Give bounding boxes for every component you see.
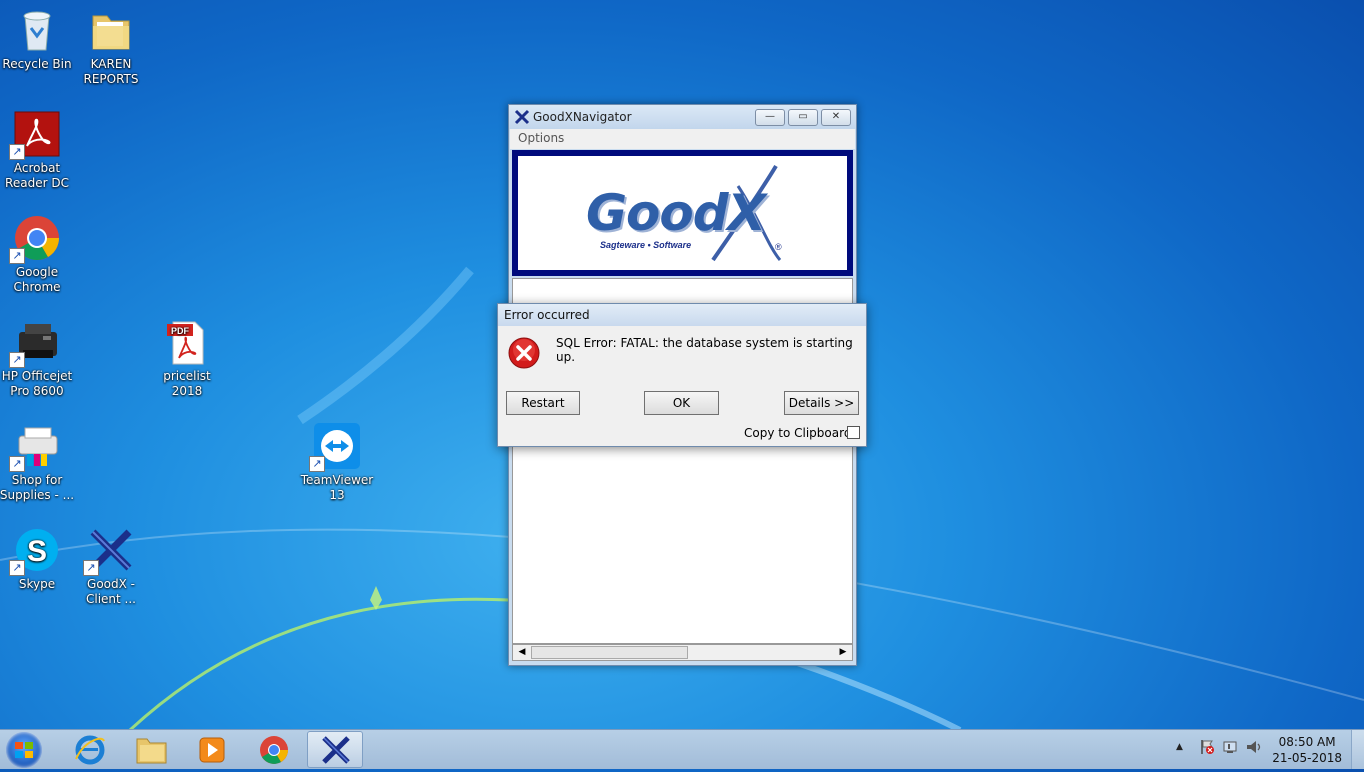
desktop-icon-acrobat-reader[interactable]: ↗ Acrobat Reader DC xyxy=(0,104,75,191)
clock-time: 08:50 AM xyxy=(1278,735,1336,749)
error-message: SQL Error: FATAL: the database system is… xyxy=(556,336,853,364)
skype-icon: S ↗ xyxy=(9,526,61,576)
chrome-icon[interactable] xyxy=(246,731,302,768)
window-titlebar[interactable]: GoodXNavigator — ▭ ✕ xyxy=(509,105,856,129)
window-title: GoodXNavigator xyxy=(533,110,632,124)
svg-text:S: S xyxy=(27,535,47,568)
desktop-icon-label: Skype xyxy=(18,577,56,591)
logo-frame: GoodX Sagteware • Software ® xyxy=(512,150,853,276)
horizontal-scrollbar[interactable]: ◀ ▶ xyxy=(512,644,853,661)
system-clock[interactable]: 08:50 AM 21-05-2018 xyxy=(1272,734,1342,766)
desktop-icon-label: TeamViewer 13 xyxy=(300,473,374,502)
scroll-thumb[interactable] xyxy=(531,646,688,659)
shortcut-arrow-icon: ↗ xyxy=(309,456,325,472)
desktop-icon-label: Acrobat Reader DC xyxy=(5,161,69,190)
desktop-icon-hp-officejet[interactable]: ↗ HP Officejet Pro 8600 xyxy=(0,312,75,399)
clock-date: 21-05-2018 xyxy=(1272,751,1342,765)
recycle-bin-icon xyxy=(13,6,61,54)
goodx-logo: GoodX Sagteware • Software ® xyxy=(518,156,847,270)
scroll-left-icon[interactable]: ◀ xyxy=(515,646,529,659)
dialog-titlebar[interactable]: Error occurred xyxy=(498,304,866,326)
ok-button[interactable]: OK xyxy=(644,391,719,415)
desktop-icon-recycle-bin[interactable]: Recycle Bin xyxy=(0,0,75,72)
close-button[interactable]: ✕ xyxy=(821,109,851,126)
chrome-icon: ↗ xyxy=(9,214,61,264)
desktop-icon-goodx-client[interactable]: ↗ GoodX - Client ... xyxy=(73,520,149,607)
desktop-icon-label: pricelist 2018 xyxy=(163,369,211,398)
file-explorer-icon[interactable] xyxy=(123,731,179,768)
logo-brand-text: GoodX xyxy=(586,184,766,242)
scroll-right-icon[interactable]: ▶ xyxy=(836,646,850,659)
acrobat-icon: ↗ xyxy=(9,110,61,160)
logo-registered-mark: ® xyxy=(775,242,782,252)
media-player-icon[interactable] xyxy=(184,731,240,768)
internet-explorer-icon[interactable] xyxy=(62,731,118,768)
desktop-icon-pricelist-2018[interactable]: PDF pricelist 2018 xyxy=(149,312,225,399)
action-center-flag-icon[interactable] xyxy=(1199,738,1215,756)
dialog-title: Error occurred xyxy=(504,308,590,322)
shortcut-arrow-icon: ↗ xyxy=(9,456,25,472)
desktop-icon-teamviewer[interactable]: ↗ TeamViewer 13 xyxy=(299,416,375,503)
desktop-icon-label: Google Chrome xyxy=(13,265,61,294)
shortcut-arrow-icon: ↗ xyxy=(9,144,25,160)
desktop-icon-karen-reports[interactable]: KAREN REPORTS xyxy=(73,0,149,87)
goodx-icon xyxy=(514,109,530,125)
shortcut-arrow-icon: ↗ xyxy=(9,352,25,368)
desktop-icon-skype[interactable]: S ↗ Skype xyxy=(0,520,75,592)
taskbar: ▲ 08:50 AM 21-05-2018 xyxy=(0,729,1364,769)
logo-tagline: Sagteware • Software xyxy=(600,240,692,250)
svg-text:PDF: PDF xyxy=(171,326,190,336)
printer-icon: ↗ xyxy=(9,318,61,368)
desktop-icon-label: KAREN REPORTS xyxy=(83,57,139,86)
error-icon xyxy=(508,337,540,369)
error-dialog[interactable]: Error occurred SQL Error: FATAL: the dat… xyxy=(497,303,867,447)
restore-button[interactable]: ▭ xyxy=(788,109,818,126)
teamviewer-icon: ↗ xyxy=(309,422,361,472)
copy-to-clipboard-checkbox[interactable] xyxy=(847,426,860,439)
desktop-icon-label: HP Officejet Pro 8600 xyxy=(1,369,73,398)
printer-supplies-icon: ↗ xyxy=(9,422,61,472)
start-orb-icon[interactable] xyxy=(6,732,42,768)
desktop-icon-shop-for-supplies[interactable]: ↗ Shop for Supplies - ... xyxy=(0,416,75,503)
shortcut-arrow-icon: ↗ xyxy=(9,248,25,264)
pdf-file-icon: PDF xyxy=(163,318,211,366)
copy-to-clipboard-label: Copy to Clipboard xyxy=(744,426,852,440)
folder-icon xyxy=(87,6,135,54)
minimize-button[interactable]: — xyxy=(755,109,785,126)
shortcut-arrow-icon: ↗ xyxy=(83,560,99,576)
shortcut-arrow-icon: ↗ xyxy=(9,560,25,576)
goodx-icon[interactable] xyxy=(307,731,363,768)
desktop-icon-google-chrome[interactable]: ↗ Google Chrome xyxy=(0,208,75,295)
details-button[interactable]: Details >> xyxy=(784,391,859,415)
goodx-icon: ↗ xyxy=(83,526,135,576)
network-icon[interactable] xyxy=(1222,738,1238,756)
show-desktop-button[interactable] xyxy=(1351,730,1364,769)
desktop-icon-label: Recycle Bin xyxy=(2,57,72,71)
desktop-icon-label: Shop for Supplies - ... xyxy=(0,473,75,502)
menu-options[interactable]: Options xyxy=(518,131,564,145)
restart-button[interactable]: Restart xyxy=(506,391,580,415)
desktop-icon-label: GoodX - Client ... xyxy=(86,577,136,606)
volume-icon[interactable] xyxy=(1245,738,1263,756)
tray-show-hidden-icon[interactable]: ▲ xyxy=(1176,742,1183,752)
menu-bar: Options xyxy=(510,129,855,149)
